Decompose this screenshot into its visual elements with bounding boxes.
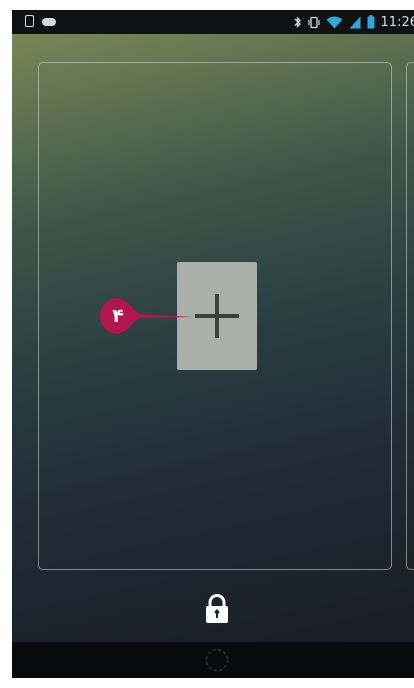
vibrate-icon xyxy=(307,16,320,28)
status-icons: 11:26 xyxy=(294,10,414,34)
status-time: 11:26 xyxy=(380,14,414,30)
phone-icon xyxy=(25,15,34,27)
plus-icon xyxy=(195,294,239,338)
navigation-bar xyxy=(12,642,414,678)
next-widget-panel[interactable] xyxy=(406,62,414,570)
cloud-icon xyxy=(42,18,56,26)
callout-marker: ۴ xyxy=(98,296,193,336)
signal-icon xyxy=(349,16,361,28)
callout-number: ۴ xyxy=(112,305,124,327)
status-bar: 11:26 xyxy=(12,10,414,34)
phone-screen: 11:26 ۴ xyxy=(12,10,414,678)
bluetooth-icon xyxy=(294,15,301,28)
home-ring-icon[interactable] xyxy=(204,647,230,673)
wifi-icon xyxy=(326,16,343,28)
battery-icon xyxy=(367,15,375,29)
lock-icon[interactable] xyxy=(204,594,230,624)
